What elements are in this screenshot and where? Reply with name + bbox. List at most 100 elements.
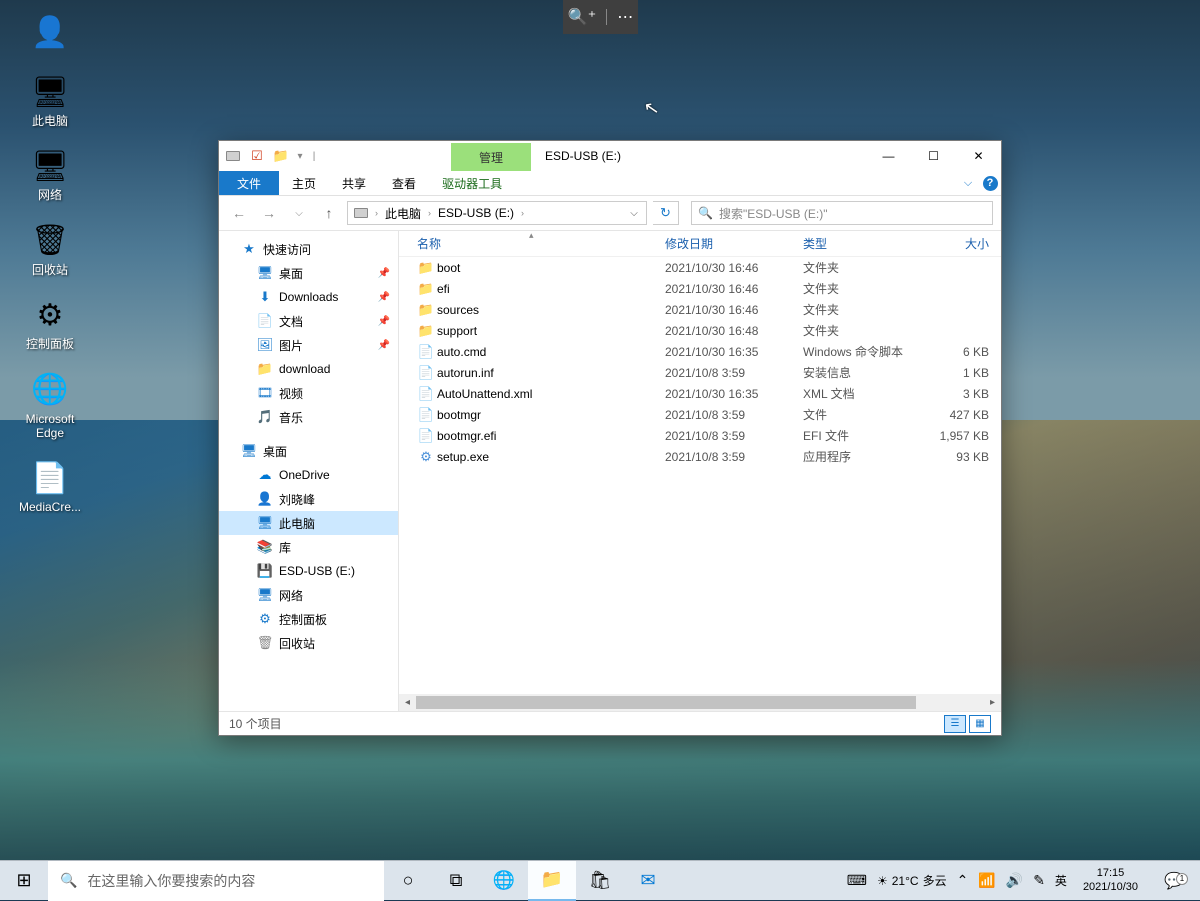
back-button[interactable]: ← [227,201,251,225]
nav-desktop[interactable]: 🖥桌面 [219,439,398,463]
chevron-right-icon[interactable]: › [425,208,434,218]
desktop-icon-control-panel[interactable]: ⚙控制面板 [15,295,85,351]
desktop-icon-media-creation[interactable]: 📄MediaCre... [15,458,85,514]
weather-widget[interactable]: ☀ 21°C 多云 [877,872,947,889]
tab-file[interactable]: 文件 [219,171,279,195]
zoom-icon[interactable]: 🔍⁺ [568,7,596,27]
file-row[interactable]: 📁 boot 2021/10/30 16:46 文件夹 [399,257,1001,278]
taskbar-store-icon[interactable]: 🛍 [576,861,624,901]
desktop-icon-edge[interactable]: 🌐Microsoft Edge [15,370,85,441]
touch-keyboard-icon[interactable]: ⌨ [847,872,867,889]
column-type[interactable]: 类型 [803,235,923,252]
breadcrumb-segment[interactable]: ESD-USB (E:) [434,206,518,220]
nav-item-库[interactable]: 📚库 [219,535,398,559]
desktop-icon-network[interactable]: 🖥网络 [15,146,85,202]
desktop-icon-recycle-bin[interactable]: 🗑回收站 [15,221,85,277]
nav-item-图片[interactable]: 🖼图片📌 [219,333,398,357]
file-row[interactable]: 📁 efi 2021/10/30 16:46 文件夹 [399,278,1001,299]
scroll-left-icon[interactable]: ◂ [399,697,416,708]
file-row[interactable]: 📄 bootmgr.efi 2021/10/8 3:59 EFI 文件 1,95… [399,425,1001,446]
desktop-icon-this-pc[interactable]: 🖥此电脑 [15,72,85,128]
quick-access-toolbar: ☑ 📁 ▾ | [219,146,323,166]
properties-icon[interactable]: ☑ [247,146,267,166]
breadcrumb-segment[interactable]: 此电脑 [381,205,425,222]
file-row[interactable]: ⚙ setup.exe 2021/10/8 3:59 应用程序 93 KB [399,446,1001,467]
nav-item-音乐[interactable]: 🎵音乐 [219,405,398,429]
file-name: support [435,324,665,338]
help-button[interactable]: ? [979,171,1001,195]
refresh-button[interactable]: ↻ [653,201,679,225]
nav-item-控制面板[interactable]: ⚙控制面板 [219,607,398,631]
nav-item-download[interactable]: 📁download [219,357,398,381]
file-name: bootmgr [435,408,665,422]
file-row[interactable]: 📄 auto.cmd 2021/10/30 16:35 Windows 命令脚本… [399,341,1001,362]
tab-share[interactable]: 共享 [329,171,379,195]
tab-drive-tools[interactable]: 驱动器工具 [429,171,515,195]
nav-item-此电脑[interactable]: 🖥此电脑 [219,511,398,535]
nav-item-视频[interactable]: 🎞视频 [219,381,398,405]
nav-item-label: 快速访问 [263,241,311,258]
ime-icon[interactable]: ✎ [1033,872,1045,889]
nav-item-桌面[interactable]: 🖥桌面📌 [219,261,398,285]
scroll-right-icon[interactable]: ▸ [984,697,1001,708]
new-folder-icon[interactable]: 📁 [271,146,291,166]
taskbar-mail-icon[interactable]: ✉ [624,861,672,901]
minimize-button[interactable]: — [866,141,911,171]
nav-item-回收站[interactable]: 🗑回收站 [219,631,398,655]
chevron-right-icon[interactable]: › [372,208,381,218]
nav-item-刘晓峰[interactable]: 👤刘晓峰 [219,487,398,511]
forward-button[interactable]: → [257,201,281,225]
tab-view[interactable]: 查看 [379,171,429,195]
icons-view-button[interactable]: ▦ [969,715,991,733]
file-row[interactable]: 📄 AutoUnattend.xml 2021/10/30 16:35 XML … [399,383,1001,404]
search-placeholder: 在这里输入你要搜索的内容 [87,871,255,891]
clock[interactable]: 17:15 2021/10/30 [1077,867,1144,893]
cortana-button[interactable]: ○ [384,861,432,901]
chevron-right-icon[interactable]: › [518,208,527,218]
history-dropdown-icon[interactable]: ⌵ [287,201,311,225]
task-view-button[interactable]: ⧉ [432,861,480,901]
action-center-button[interactable]: 💬1 [1154,871,1194,891]
address-bar[interactable]: › 此电脑 › ESD-USB (E:) › ⌵ [347,201,647,225]
taskbar-search-input[interactable]: 🔍 在这里输入你要搜索的内容 [48,861,384,901]
file-row[interactable]: 📄 autorun.inf 2021/10/8 3:59 安装信息 1 KB [399,362,1001,383]
scrollbar-thumb[interactable] [416,696,916,709]
file-row[interactable]: 📁 sources 2021/10/30 16:46 文件夹 [399,299,1001,320]
column-name[interactable]: 名称 [417,235,665,252]
more-icon[interactable]: ⋯ [617,7,633,27]
tab-home[interactable]: 主页 [279,171,329,195]
nav-item-Downloads[interactable]: ⬇Downloads📌 [219,285,398,309]
ribbon-collapse-icon[interactable]: ⌵ [957,171,979,195]
details-view-button[interactable]: ☰ [944,715,966,733]
qat-dropdown-icon[interactable]: ▾ [295,151,305,162]
file-row[interactable]: 📄 bootmgr 2021/10/8 3:59 文件 427 KB [399,404,1001,425]
horizontal-scrollbar[interactable]: ◂ ▸ [399,694,1001,711]
file-icon: 📄 [417,428,435,444]
taskbar-edge-icon[interactable]: 🌐 [480,861,528,901]
wifi-icon[interactable]: 📶 [978,872,995,889]
column-size[interactable]: 大小 [923,235,1001,252]
nav-item-ESD-USB (E:)[interactable]: 💾ESD-USB (E:) [219,559,398,583]
pin-icon: 📌 [378,316,390,327]
ime-language[interactable]: 英 [1055,872,1067,889]
start-button[interactable]: ⊞ [0,861,48,901]
volume-icon[interactable]: 🔊 [1006,872,1023,889]
desktop-icon-user-folder[interactable]: 👤 [15,12,85,54]
address-dropdown-icon[interactable]: ⌵ [624,208,644,219]
nav-item-网络[interactable]: 🖥网络 [219,583,398,607]
maximize-button[interactable]: ☐ [911,141,956,171]
search-input[interactable]: 🔍 搜索"ESD-USB (E:)" [691,201,993,225]
taskbar-explorer-icon[interactable]: 📁 [528,861,576,901]
icon-label: 控制面板 [26,337,74,351]
file-row[interactable]: 📁 support 2021/10/30 16:48 文件夹 [399,320,1001,341]
nav-item-文档[interactable]: 📄文档📌 [219,309,398,333]
nav-item-OneDrive[interactable]: ☁OneDrive [219,463,398,487]
recycle-bin-icon: 🗑 [30,221,70,261]
item-count: 10 个项目 [229,715,282,732]
up-button[interactable]: ↑ [317,201,341,225]
nav-quick-access[interactable]: ★快速访问 [219,237,398,261]
column-date[interactable]: 修改日期 [665,235,803,252]
tray-overflow-icon[interactable]: ⌃ [957,872,969,889]
close-button[interactable]: ✕ [956,141,1001,171]
titlebar[interactable]: ☑ 📁 ▾ | 管理 ESD-USB (E:) — ☐ ✕ [219,141,1001,171]
